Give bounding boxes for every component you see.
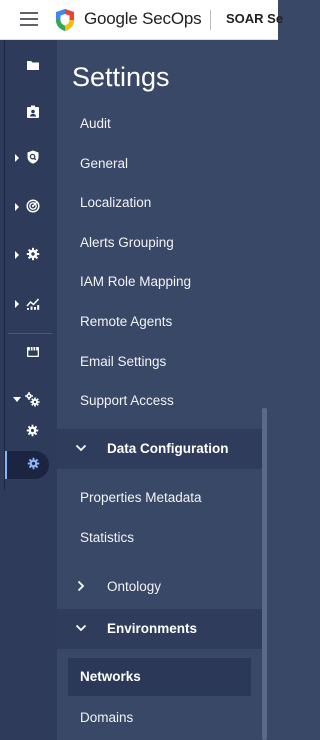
page-title: Settings: [72, 62, 170, 92]
collapse-caret-icon: [13, 397, 21, 402]
expand-caret-icon: [15, 300, 19, 308]
section-label: Ontology: [107, 579, 162, 594]
section-ontology[interactable]: Ontology: [57, 567, 262, 607]
settings-item-support-access[interactable]: Support Access: [80, 393, 174, 408]
gear-small-active-icon: [27, 457, 40, 470]
rail-edge-divider: [4, 40, 5, 490]
rail-item-investigation[interactable]: [10, 193, 50, 221]
secops-logo-icon: [56, 9, 74, 31]
radar-icon: [26, 199, 40, 213]
rail-item-dashboards[interactable]: [10, 290, 50, 318]
storefront-icon: [27, 347, 39, 357]
brand-name: Google SecOps: [84, 9, 202, 28]
section-data-configuration[interactable]: Data Configuration: [57, 429, 262, 469]
settings-item-statistics[interactable]: Statistics: [80, 530, 134, 545]
section-label: Environments: [107, 621, 198, 636]
settings-item-audit[interactable]: Audit: [80, 116, 111, 131]
rail-item-settings-group[interactable]: [10, 385, 50, 413]
contact-card-icon: [27, 105, 39, 118]
brand-divider: [210, 10, 211, 30]
folder-icon: [27, 61, 39, 70]
chevron-down-icon: [75, 444, 87, 452]
rail-item-detection[interactable]: [10, 144, 50, 172]
settings-item-general[interactable]: General: [80, 156, 128, 171]
analytics-icon: [26, 298, 40, 310]
settings-item-email-settings[interactable]: Email Settings: [80, 354, 166, 369]
rail-item-contacts[interactable]: [10, 99, 50, 127]
gear-icon: [26, 247, 40, 261]
section-label: Data Configuration: [107, 441, 229, 456]
settings-item-domains[interactable]: Domains: [80, 710, 133, 725]
rail-item-settings-active[interactable]: [7, 451, 49, 479]
gear-small-icon: [26, 424, 39, 437]
scrollbar-thumb[interactable]: [262, 408, 267, 740]
selected-item-label: Networks: [80, 669, 141, 684]
settings-item-alerts-grouping[interactable]: Alerts Grouping: [80, 235, 174, 250]
top-bar: Google SecOps SOAR Se: [0, 0, 283, 40]
settings-item-iam-role-mapping[interactable]: IAM Role Mapping: [80, 274, 191, 289]
rail-item-marketplace[interactable]: [10, 339, 50, 367]
menu-icon[interactable]: [20, 12, 38, 26]
expand-caret-icon: [15, 154, 19, 162]
shield-search-icon: [27, 150, 39, 164]
settings-item-properties-metadata[interactable]: Properties Metadata: [80, 490, 202, 505]
section-environments[interactable]: Environments: [57, 609, 262, 649]
settings-item-remote-agents[interactable]: Remote Agents: [80, 314, 172, 329]
chevron-right-icon: [77, 580, 85, 592]
rail-item-soar-settings[interactable]: [10, 418, 50, 446]
expand-caret-icon: [15, 203, 19, 211]
gears-icon: [25, 392, 40, 407]
rail-item-response[interactable]: [10, 241, 50, 269]
product-name: SOAR Se: [226, 11, 284, 26]
settings-item-localization[interactable]: Localization: [80, 195, 151, 210]
settings-item-networks-selected[interactable]: Networks: [68, 658, 251, 696]
chevron-down-icon: [75, 624, 87, 632]
expand-caret-icon: [15, 251, 19, 259]
rail-item-cases[interactable]: [10, 52, 50, 80]
rail-divider: [8, 333, 52, 334]
